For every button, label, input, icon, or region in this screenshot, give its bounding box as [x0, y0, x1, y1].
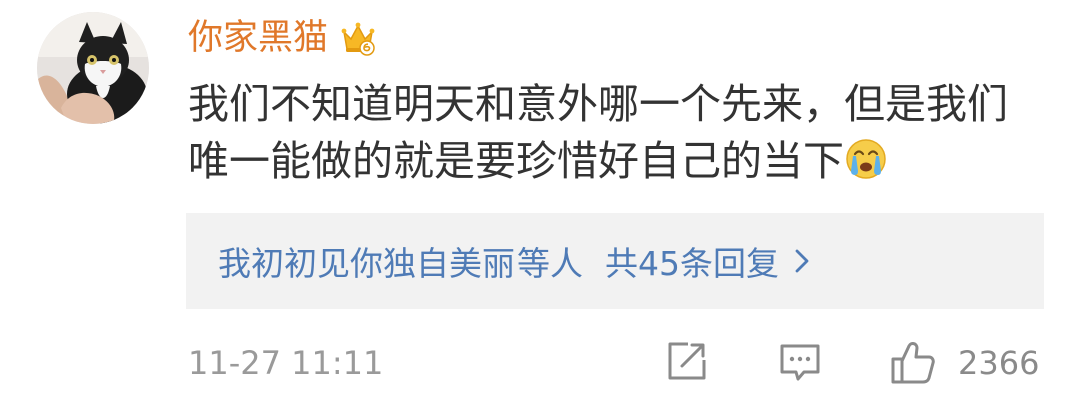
reply-count-link[interactable]: 共45条回复	[605, 237, 779, 285]
cat-avatar-image	[37, 12, 149, 124]
crown-icon[interactable]	[338, 18, 378, 58]
replies-box[interactable]: 我初初见你独自美丽 等人 共45条回复	[186, 213, 1044, 309]
username[interactable]: 你家黑猫	[188, 12, 328, 64]
timestamp: 11-27 11:11	[188, 344, 384, 382]
crying-emoji-icon	[846, 139, 886, 179]
comment-meta-row: 11-27 11:11 2366	[188, 336, 1048, 392]
chevron-right-icon[interactable]	[793, 247, 811, 275]
comment-card: 你家黑猫 我们不知道明天和意外哪一个先来，但是我们唯一能做的就是要珍惜好自己的当…	[0, 0, 1079, 407]
comment-text: 我们不知道明天和意外哪一个先来，但是我们唯一能做的就是要珍惜好自己的当下	[188, 76, 1048, 190]
share-icon[interactable]	[666, 340, 708, 382]
reply-users-link[interactable]: 我初初见你独自美丽	[218, 237, 515, 285]
like-count: 2366	[958, 344, 1040, 382]
comment-icon[interactable]	[778, 340, 822, 384]
username-row: 你家黑猫	[188, 12, 378, 64]
like-icon[interactable]	[890, 340, 936, 386]
reply-users-suffix: 等人	[517, 244, 583, 283]
avatar[interactable]	[37, 12, 149, 124]
